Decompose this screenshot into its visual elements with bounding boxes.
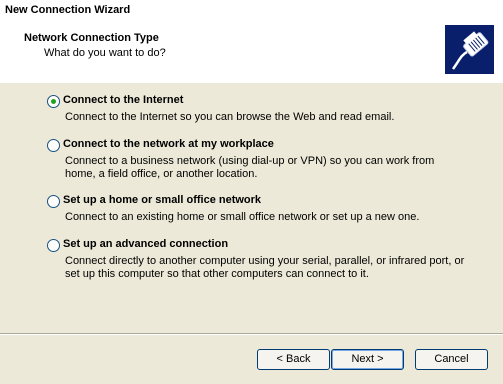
- radio-internet[interactable]: [47, 95, 60, 108]
- footer-divider-highlight: [0, 334, 503, 335]
- window-title: New Connection Wizard: [5, 4, 131, 16]
- cancel-button[interactable]: Cancel: [415, 349, 488, 370]
- title-bar: New Connection Wizard: [0, 0, 503, 19]
- option-internet-label[interactable]: Connect to the Internet: [63, 94, 183, 106]
- radio-home-network[interactable]: [47, 195, 60, 208]
- option-home-network-label[interactable]: Set up a home or small office network: [63, 194, 261, 206]
- option-workplace-description: Connect to a business network (using dia…: [65, 155, 435, 180]
- option-home-network-description: Connect to an existing home or small off…: [65, 211, 420, 223]
- network-cable-icon: [445, 25, 494, 74]
- back-button[interactable]: < Back: [257, 349, 330, 370]
- radio-workplace[interactable]: [47, 139, 60, 152]
- page-subtitle: What do you want to do?: [44, 47, 166, 59]
- wizard-header: Network Connection Type What do you want…: [0, 19, 503, 83]
- option-internet-description: Connect to the Internet so you can brows…: [65, 111, 395, 123]
- page-title: Network Connection Type: [24, 32, 159, 44]
- wizard-window: New Connection Wizard Network Connection…: [0, 0, 503, 384]
- option-workplace-label[interactable]: Connect to the network at my workplace: [63, 138, 274, 150]
- option-advanced-description: Connect directly to another computer usi…: [65, 255, 465, 280]
- radio-advanced[interactable]: [47, 239, 60, 252]
- option-advanced-label[interactable]: Set up an advanced connection: [63, 238, 228, 250]
- next-button[interactable]: Next >: [331, 349, 404, 370]
- header-divider: [0, 82, 503, 83]
